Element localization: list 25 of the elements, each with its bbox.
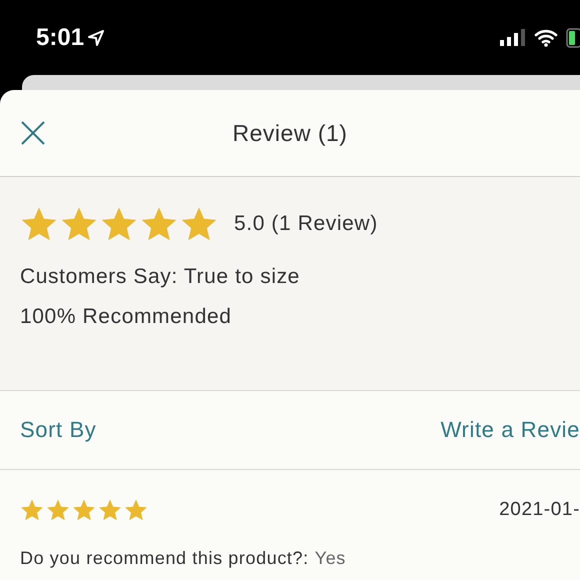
review-date: 2021-01- xyxy=(499,499,580,521)
battery-icon xyxy=(566,28,580,48)
star-icon xyxy=(100,205,138,243)
write-review-link[interactable]: Write a Revie xyxy=(440,417,580,443)
recommend-answer: Yes xyxy=(314,548,346,569)
star-icon xyxy=(140,205,178,243)
customers-say-text: Customers Say: True to size xyxy=(20,265,300,288)
location-icon xyxy=(88,30,104,46)
star-icon xyxy=(20,205,58,243)
star-icon xyxy=(180,205,218,243)
close-button[interactable] xyxy=(20,120,46,146)
star-icon xyxy=(46,498,70,522)
rating-text: 5.0 (1 Review) xyxy=(234,212,378,236)
status-time: 5:01 xyxy=(36,24,84,52)
star-icon xyxy=(60,205,98,243)
recommend-question: Do you recommend this product?: xyxy=(20,548,309,569)
sheet-title: Review (1) xyxy=(232,120,348,146)
wifi-icon xyxy=(534,28,558,46)
sort-by-link[interactable]: Sort By xyxy=(20,417,96,443)
recommended-text: 100% Recommended xyxy=(20,305,232,328)
star-icon xyxy=(20,498,44,522)
signal-icon xyxy=(500,28,526,46)
star-icon xyxy=(124,498,148,522)
star-icon xyxy=(72,498,96,522)
star-icon xyxy=(98,498,122,522)
